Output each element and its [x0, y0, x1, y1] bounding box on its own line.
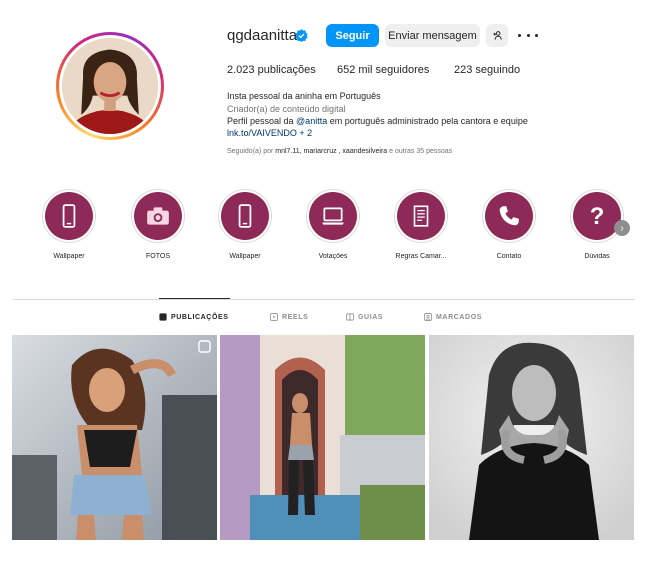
tab-label: GUIAS [358, 313, 384, 321]
profile-avatar-ring[interactable] [56, 32, 164, 140]
telephone-icon [499, 206, 519, 226]
add-user-icon [492, 31, 502, 40]
highlight-label: Votações [318, 253, 348, 260]
highlight-label: Wallpaper [229, 253, 261, 260]
bio-mention-link[interactable]: @anitta [296, 116, 327, 126]
highlight-votacoes[interactable]: Votações [305, 189, 361, 260]
highlight-wallpaper-2[interactable]: Wallpaper [217, 189, 273, 260]
tab-label: REELS [282, 313, 309, 321]
highlight-label: Wallpaper [53, 253, 85, 260]
following-stat[interactable]: 223 seguindo [454, 64, 520, 76]
more-options-button[interactable] [518, 27, 538, 43]
suggest-users-button[interactable] [486, 24, 508, 47]
highlight-label: Contato [496, 253, 522, 260]
profile-bio: Perfil pessoal da @anitta em português a… [227, 116, 528, 126]
highlight-contato[interactable]: Contato [481, 189, 537, 260]
followers-label: seguidores [375, 64, 430, 76]
highlight-fotos[interactable]: FOTOS [130, 189, 186, 260]
question-icon: ? [590, 203, 605, 229]
posts-label: publicações [257, 64, 316, 76]
profile-category: Criador(a) de conteúdo digital [227, 104, 346, 114]
camera-icon [147, 207, 169, 225]
guides-icon [346, 313, 354, 321]
avatar[interactable] [62, 38, 158, 134]
post-image [429, 335, 634, 540]
verified-badge-icon [295, 29, 308, 42]
post-thumbnail[interactable] [12, 335, 217, 540]
followed-by[interactable]: Seguido(a) por mnl7.11, mariarcruz , xaa… [227, 148, 452, 155]
laptop-icon [322, 207, 344, 225]
scroll-icon [413, 205, 429, 227]
reels-icon [270, 313, 278, 321]
active-tab-indicator [159, 298, 230, 299]
posts-count: 2.023 [227, 64, 255, 76]
followed-by-suffix: e outras 35 pessoas [387, 148, 453, 155]
followed-by-prefix: Seguido(a) por [227, 148, 276, 155]
more-dot-icon [535, 33, 538, 37]
followed-by-names: mnl7.11, mariarcruz , xaandesilveira [275, 148, 388, 155]
tabs-divider [12, 299, 635, 300]
highlight-label: Regras Camar... [395, 253, 447, 260]
followers-count: 652 mil [337, 64, 373, 76]
highlight-label: FOTOS [146, 253, 170, 260]
post-image [220, 335, 425, 540]
profile-external-link[interactable]: lnk.to/VAIVENDO + 2 [227, 128, 312, 138]
more-dot-icon [526, 33, 530, 37]
tagged-icon [424, 313, 432, 321]
tab-reels[interactable]: REELS [270, 313, 308, 321]
followers-stat[interactable]: 652 mil seguidores [337, 64, 429, 76]
chevron-right-icon: › [620, 222, 624, 234]
profile-username: qgdaanitta [227, 27, 298, 44]
profile-full-name: Insta pessoal da aninha em Português [227, 91, 381, 101]
tab-guides[interactable]: GUIAS [346, 313, 383, 321]
following-count: 223 [454, 64, 473, 76]
send-message-button[interactable]: Enviar mensagem [385, 24, 480, 47]
post-thumbnail[interactable] [429, 335, 634, 540]
grid-icon [159, 313, 167, 321]
highlights-next-button[interactable]: › [614, 220, 630, 236]
tab-label: MARCADOS [436, 313, 483, 321]
following-label: seguindo [475, 64, 521, 76]
svg-text:?: ? [590, 203, 605, 229]
more-dot-icon [518, 33, 521, 37]
follow-button[interactable]: Seguir [326, 24, 379, 47]
tab-posts[interactable]: PUBLICAÇÕES [159, 313, 229, 321]
bio-suffix: em português administrado pela cantora e… [327, 116, 528, 126]
post-image [12, 335, 217, 540]
post-thumbnail[interactable] [220, 335, 425, 540]
phone-icon [238, 204, 252, 228]
highlight-label: Dúvidas [584, 253, 610, 260]
bio-prefix: Perfil pessoal da [227, 116, 297, 126]
highlight-regras[interactable]: Regras Camar... [393, 189, 449, 260]
phone-icon [62, 204, 76, 228]
posts-stat: 2.023 publicações [227, 64, 316, 76]
tab-tagged[interactable]: MARCADOS [424, 313, 482, 321]
tab-label: PUBLICAÇÕES [171, 313, 229, 321]
highlight-wallpaper-1[interactable]: Wallpaper [41, 189, 97, 260]
